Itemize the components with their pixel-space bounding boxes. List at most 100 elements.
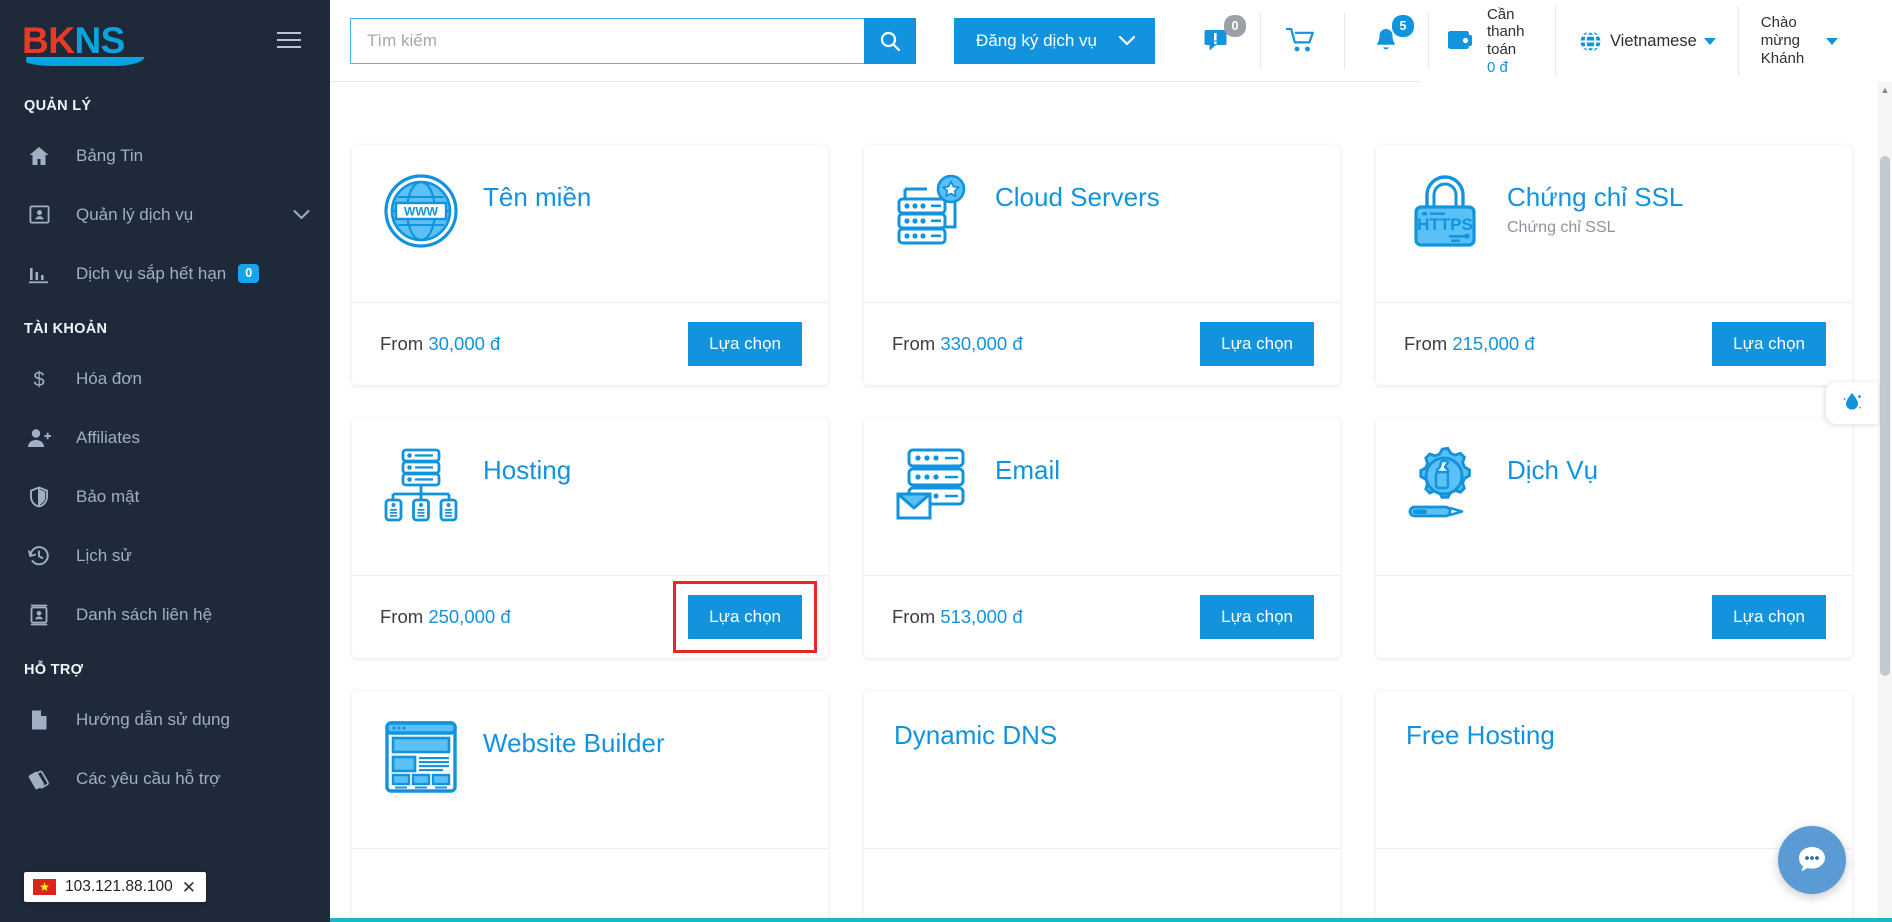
- choose-button[interactable]: Lựa chọn: [688, 322, 802, 366]
- product-card-footer: Lựa chọn: [1376, 575, 1852, 658]
- sidebar-item-d-ch-v-s-p-h-t-h-n[interactable]: Dịch vụ sắp hết hạn 0: [0, 244, 330, 303]
- price-prefix: From: [892, 333, 936, 354]
- menu-toggle-icon[interactable]: [272, 27, 306, 53]
- product-title[interactable]: Dịch Vụ: [1507, 455, 1598, 486]
- globe-icon: [1580, 30, 1601, 52]
- product-title[interactable]: Tên miền: [483, 182, 591, 213]
- payment-due-button[interactable]: Cần thanh toán 0 đ: [1429, 6, 1556, 76]
- shield-icon: [24, 482, 54, 512]
- sidebar-section-title: TÀI KHOẢN: [24, 321, 108, 337]
- chevron-down-icon: [1703, 37, 1716, 45]
- sidebar-section-title: HỖ TRỢ: [24, 662, 84, 678]
- sidebar-item-badge: 0: [238, 264, 260, 283]
- sidebar-item-h-ng-d-n-s-d-ng[interactable]: Hướng dẫn sử dụng: [0, 690, 330, 749]
- sidebar-item-b-ng-tin[interactable]: Bảng Tin: [0, 126, 330, 185]
- product-title[interactable]: Website Builder: [483, 728, 665, 759]
- history-icon: [24, 541, 54, 571]
- close-icon[interactable]: ✕: [182, 879, 196, 896]
- water-drop-icon: [1843, 393, 1862, 410]
- product-card[interactable]: HTTPS Chứng chỉ SSL Chứng chỉ SSL From 215,…: [1376, 145, 1852, 385]
- www-globe-icon: WWW: [381, 171, 461, 251]
- support-chat-button[interactable]: 0: [1177, 13, 1261, 69]
- choose-button[interactable]: Lựa chọn: [1712, 595, 1826, 639]
- search-bar: [350, 18, 916, 64]
- sidebar-section-title: QUẢN LÝ: [24, 98, 92, 114]
- ip-address-text: 103.121.88.100: [65, 878, 173, 895]
- product-card[interactable]: Website Builder: [352, 691, 828, 922]
- choose-button-wrap: Lựa chọn: [1200, 322, 1314, 366]
- product-card[interactable]: WWW Tên miền From 30,000 đ Lựa chọn: [352, 145, 828, 385]
- sidebar-item-h-a-n[interactable]: $ Hóa đơn: [0, 349, 330, 408]
- price-amount: 513,000 đ: [940, 606, 1023, 627]
- choose-button-wrap: Lựa chọn: [688, 322, 802, 366]
- price-prefix: From: [380, 606, 424, 627]
- sidebar-nav: QUẢN LÝ Bảng Tin Quản lý dịch vụ Dịch vụ sắ…: [0, 98, 330, 808]
- top-bar: Đăng ký dịch vụ 0: [330, 0, 1892, 82]
- chevron-down-icon[interactable]: [293, 209, 310, 220]
- gear-wrench-icon: [1405, 444, 1485, 524]
- notifications-button[interactable]: 5: [1345, 13, 1429, 69]
- product-price: From 250,000 đ: [380, 606, 511, 628]
- product-card-footer: From 30,000 đ Lựa chọn: [352, 302, 828, 385]
- product-title[interactable]: Free Hosting: [1406, 720, 1555, 751]
- search-icon: [880, 31, 901, 52]
- price-amount: 330,000 đ: [940, 333, 1023, 354]
- choose-button-wrap: Lựa chọn: [1712, 595, 1826, 639]
- product-title[interactable]: Cloud Servers: [995, 182, 1160, 213]
- bottom-accent-bar: [330, 918, 1892, 922]
- product-card-titles: Cloud Servers: [995, 171, 1160, 213]
- cart-button[interactable]: [1261, 13, 1345, 69]
- product-card[interactable]: Dynamic DNS: [864, 691, 1340, 922]
- water-drop-widget[interactable]: [1826, 382, 1878, 424]
- product-card-body: HTTPS Chứng chỉ SSL Chứng chỉ SSL: [1376, 145, 1852, 302]
- register-service-button[interactable]: Đăng ký dịch vụ: [954, 18, 1155, 64]
- support-count-badge: 0: [1223, 15, 1246, 37]
- chat-support-button[interactable]: [1778, 826, 1846, 894]
- product-card[interactable]: Free Hosting: [1376, 691, 1852, 922]
- product-card[interactable]: Email From 513,000 đ Lựa chọn: [864, 418, 1340, 658]
- sidebar-item-b-o-m-t[interactable]: Bảo mật: [0, 467, 330, 526]
- choose-button-wrap: Lựa chọn: [1200, 595, 1314, 639]
- product-title[interactable]: Dynamic DNS: [894, 720, 1057, 751]
- language-selector[interactable]: Vietnamese: [1556, 6, 1739, 76]
- choose-button[interactable]: Lựa chọn: [1712, 322, 1826, 366]
- choose-button[interactable]: Lựa chọn: [1200, 322, 1314, 366]
- sidebar-item-qu-n-l-d-ch-v[interactable]: Quản lý dịch vụ: [0, 185, 330, 244]
- wallet-icon: [1447, 31, 1472, 49]
- chevron-down-icon: [1825, 37, 1838, 45]
- product-title[interactable]: Chứng chỉ SSL: [1507, 182, 1683, 213]
- product-card-footer: [864, 848, 1340, 922]
- sidebar-item-label: Lịch sử: [76, 545, 132, 565]
- user-menu[interactable]: Chào mừng Khánh: [1739, 6, 1856, 76]
- product-card[interactable]: Hosting From 250,000 đ Lựa chọn: [352, 418, 828, 658]
- product-card-titles: Email: [995, 444, 1060, 486]
- logo-text-ns: NS: [74, 19, 125, 61]
- page-scrollbar[interactable]: ▲: [1878, 82, 1892, 922]
- bkns-logo[interactable]: BKNS: [22, 19, 145, 66]
- product-title[interactable]: Email: [995, 455, 1060, 486]
- svg-text:WWW: WWW: [404, 205, 439, 219]
- product-card-titles: Chứng chỉ SSL Chứng chỉ SSL: [1507, 171, 1683, 237]
- sidebar-item-label: Dịch vụ sắp hết hạn: [76, 263, 227, 283]
- sidebar-item-c-c-y-u-c-u-h-tr[interactable]: Các yêu cầu hỗ trợ: [0, 749, 330, 808]
- product-card-body: Dynamic DNS: [864, 691, 1340, 848]
- product-card[interactable]: Dịch Vụ Lựa chọn: [1376, 418, 1852, 658]
- sidebar-item-danh-s-ch-li-n-h[interactable]: Danh sách liên hệ: [0, 585, 330, 644]
- register-service-label: Đăng ký dịch vụ: [976, 31, 1097, 50]
- sidebar-item-affiliates[interactable]: Affiliates: [0, 408, 330, 467]
- product-card-footer: From 513,000 đ Lựa chọn: [864, 575, 1340, 658]
- search-button[interactable]: [864, 18, 916, 64]
- vietnam-flag-icon: ★: [33, 879, 56, 895]
- ip-address-badge[interactable]: ★ 103.121.88.100 ✕: [24, 872, 206, 902]
- choose-button[interactable]: Lựa chọn: [1200, 595, 1314, 639]
- sidebar-item-l-ch-s[interactable]: Lịch sử: [0, 526, 330, 585]
- notification-count-badge: 5: [1391, 15, 1414, 37]
- logo-swoosh: [25, 56, 145, 66]
- scrollbar-thumb[interactable]: [1880, 156, 1890, 676]
- scroll-up-arrow[interactable]: ▲: [1878, 82, 1892, 98]
- product-card[interactable]: Cloud Servers From 330,000 đ Lựa chọn: [864, 145, 1340, 385]
- search-input[interactable]: [350, 18, 864, 64]
- product-card-footer: From 330,000 đ Lựa chọn: [864, 302, 1340, 385]
- choose-button[interactable]: Lựa chọn: [688, 595, 802, 639]
- product-title[interactable]: Hosting: [483, 455, 571, 486]
